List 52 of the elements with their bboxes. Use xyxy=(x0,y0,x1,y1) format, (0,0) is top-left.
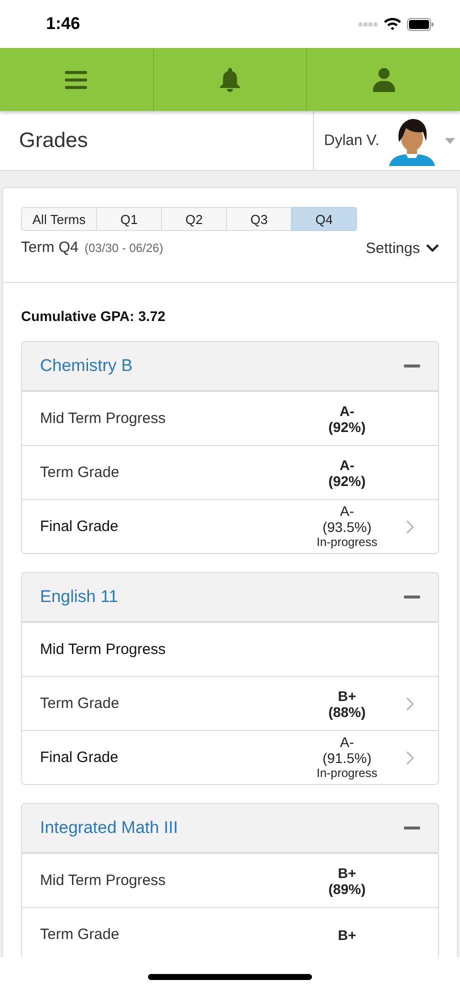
course-name[interactable]: Integrated Math III xyxy=(40,818,178,838)
chevron-right-icon[interactable] xyxy=(406,750,414,764)
grade-percent: (92%) xyxy=(328,472,366,488)
grade-row[interactable]: Final Grade A- (91.5%) In-progress xyxy=(22,730,438,784)
grade-label: Final Grade xyxy=(40,518,120,535)
page-title: Grades xyxy=(19,128,88,152)
chevron-right-icon[interactable] xyxy=(406,696,414,710)
dropdown-caret-icon[interactable] xyxy=(445,138,456,144)
grade-label: Final Grade xyxy=(40,749,120,766)
letter-grade: A- xyxy=(340,503,354,519)
grade-percent: (91.5%) xyxy=(322,750,372,766)
chevron-right-icon[interactable] xyxy=(406,520,414,534)
cumulative-gpa: Cumulative GPA: 3.72 xyxy=(20,307,166,326)
grade-row[interactable]: Final Grade A- (93.5%) In-progress xyxy=(22,499,438,553)
letter-grade: B+ xyxy=(338,864,356,880)
grade-row[interactable]: Term Grade B+ (88%) xyxy=(22,676,438,730)
settings-dropdown[interactable]: Settings xyxy=(366,240,439,256)
grade-label: Mid Term Progress xyxy=(40,410,167,427)
grade-label: Term Grade xyxy=(40,695,120,712)
letter-grade: B+ xyxy=(338,688,356,704)
battery-icon xyxy=(407,18,434,30)
term-name: Term Q4 xyxy=(21,239,79,256)
letter-grade: A- xyxy=(340,734,354,750)
letter-grade: B+ xyxy=(338,926,356,942)
grade-status: In-progress xyxy=(316,766,378,781)
student-name[interactable]: Dylan V. xyxy=(324,132,380,149)
grade-label: Term Grade xyxy=(40,464,120,481)
grade-label: Mid Term Progress xyxy=(40,641,167,658)
grade-percent: (88%) xyxy=(328,704,366,720)
letter-grade: A- xyxy=(340,456,354,472)
course-name[interactable]: Chemistry B xyxy=(40,356,133,376)
person-icon xyxy=(372,68,395,92)
term-tab[interactable]: Q3 xyxy=(226,207,292,231)
course-name[interactable]: English 11 xyxy=(40,587,118,607)
signal-icon xyxy=(358,22,378,26)
grade-label: Term Grade xyxy=(40,926,120,943)
grade-percent: (92%) xyxy=(328,418,366,434)
term-tab[interactable]: Q2 xyxy=(161,207,227,231)
letter-grade: A- xyxy=(340,402,354,418)
grade-percent: (93.5%) xyxy=(322,519,372,535)
term-tab[interactable]: All Terms xyxy=(21,207,97,231)
term-tab[interactable]: Q4 xyxy=(291,207,357,231)
status-time: 1:46 xyxy=(46,14,80,34)
term-tab[interactable]: Q1 xyxy=(96,207,162,231)
chevron-down-icon[interactable] xyxy=(426,244,439,252)
bell-icon xyxy=(219,68,241,92)
wifi-icon xyxy=(384,18,401,30)
term-dates: (03/30 - 06/26) xyxy=(84,241,164,255)
menu-icon xyxy=(65,70,88,88)
grade-label: Mid Term Progress xyxy=(40,872,167,889)
grade-status: In-progress xyxy=(316,535,378,550)
grade-percent: (89%) xyxy=(328,880,366,896)
